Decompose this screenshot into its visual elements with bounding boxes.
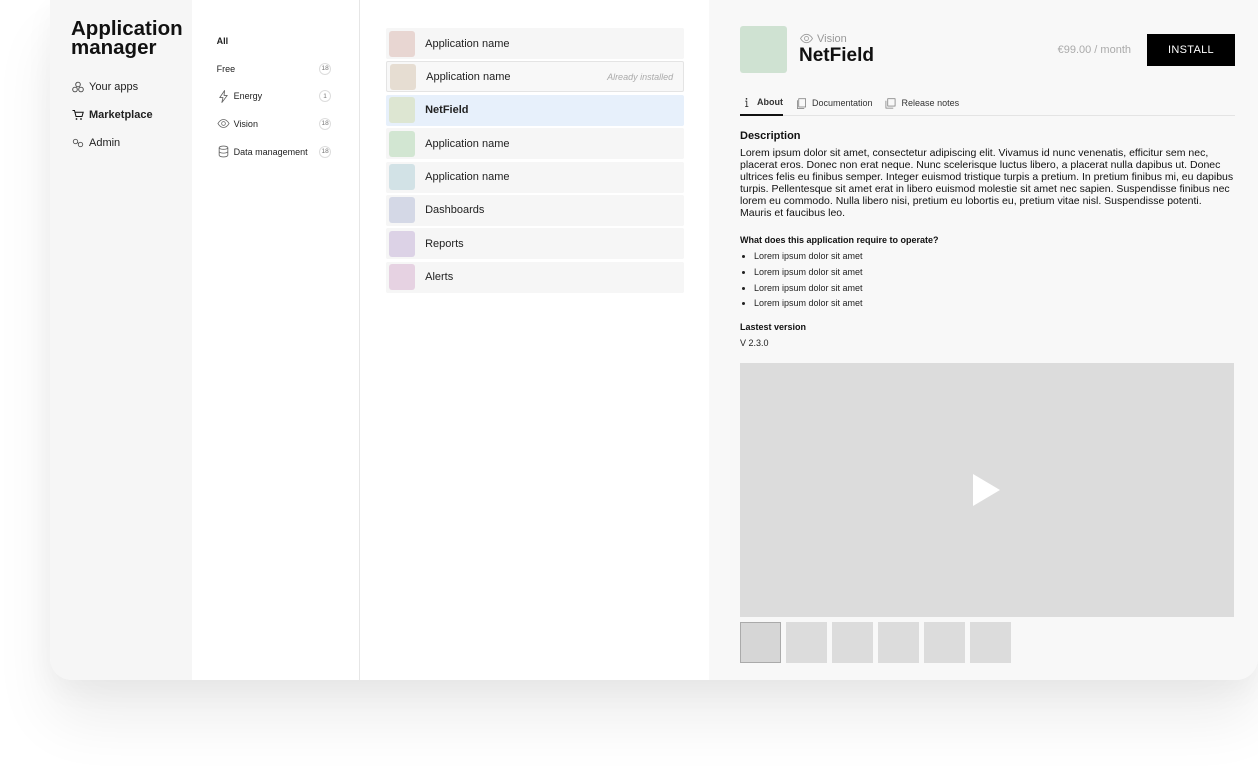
- category-count-badge: 18: [319, 117, 332, 130]
- detail-header: Vision NetField €99.00 / month INSTALL: [740, 26, 1235, 73]
- detail-category: Vision: [799, 33, 1058, 45]
- thumbnail[interactable]: [970, 622, 1011, 664]
- description-heading: Description: [740, 130, 801, 142]
- info-icon: [740, 96, 752, 108]
- tab-release-notes[interactable]: Release notes: [885, 90, 959, 116]
- thumbnail[interactable]: [924, 622, 965, 664]
- media-thumbnails: [740, 622, 1235, 664]
- category-list: All Free 18 Energy 1 Vision 18 Data mana…: [191, 0, 361, 680]
- nav-item-your-apps[interactable]: Your apps: [71, 73, 192, 101]
- app-row[interactable]: Alerts: [386, 261, 685, 293]
- version-value: V 2.3.0: [740, 338, 769, 349]
- app-row[interactable]: Application name Already installed: [386, 61, 685, 93]
- app-row[interactable]: Application name: [386, 28, 685, 59]
- installed-note: Already installed: [607, 71, 674, 82]
- app-icon: [389, 197, 416, 224]
- version-heading: Lastest version: [740, 322, 807, 333]
- app-list: Application name Application name Alread…: [360, 0, 709, 680]
- tab-about[interactable]: About: [740, 90, 783, 116]
- category-count-badge: 1: [319, 90, 332, 103]
- nav-item-admin[interactable]: Admin: [71, 129, 192, 157]
- thumbnail[interactable]: [786, 622, 827, 664]
- database-icon: [217, 145, 231, 159]
- install-button[interactable]: INSTALL: [1147, 33, 1235, 66]
- list-item: Lorem ipsum dolor sit amet: [754, 265, 1235, 281]
- app-icon: [389, 230, 416, 257]
- app-title: Application manager: [71, 17, 183, 59]
- app-icon: [389, 264, 416, 291]
- document-icon: [795, 97, 807, 109]
- list-item: Lorem ipsum dolor sit amet: [754, 296, 1235, 312]
- thumbnail[interactable]: [832, 622, 873, 664]
- video-player[interactable]: [740, 363, 1234, 618]
- app-row[interactable]: Dashboards: [386, 194, 685, 226]
- app-row-selected[interactable]: NetField: [386, 94, 685, 126]
- app-icon: [389, 97, 416, 124]
- lightning-icon: [217, 89, 231, 103]
- apps-icon: [71, 81, 84, 94]
- thumbnail[interactable]: [878, 622, 919, 664]
- app-icon: [390, 63, 417, 90]
- detail-app-name: NetField: [799, 44, 874, 66]
- category-count-badge: 18: [319, 62, 332, 75]
- eye-icon: [800, 33, 813, 44]
- nav-item-marketplace[interactable]: Marketplace: [71, 101, 192, 129]
- category-count-badge: 18: [319, 145, 332, 158]
- price: €99.00 / month: [1057, 43, 1131, 56]
- list-item: Lorem ipsum dolor sit amet: [754, 249, 1235, 265]
- requirements-list: Lorem ipsum dolor sit amet Lorem ipsum d…: [740, 249, 1235, 312]
- category-energy[interactable]: Energy 1: [217, 82, 360, 110]
- detail-tabs: About Documentation Release notes: [740, 90, 1235, 116]
- app-row[interactable]: Reports: [386, 228, 685, 260]
- app-icon: [389, 164, 416, 191]
- app-hero-icon: [740, 26, 787, 73]
- tab-documentation[interactable]: Documentation: [795, 90, 873, 116]
- play-icon[interactable]: [973, 474, 1000, 507]
- app-detail: Vision NetField €99.00 / month INSTALL A…: [709, 0, 1258, 680]
- category-all[interactable]: All: [217, 27, 360, 55]
- app-icon: [389, 130, 416, 157]
- eye-icon: [217, 117, 231, 131]
- list-item: Lorem ipsum dolor sit amet: [754, 281, 1235, 297]
- main-nav: Application manager Your apps Marketplac…: [50, 0, 192, 680]
- category-data-management[interactable]: Data management 18: [217, 138, 360, 166]
- category-free[interactable]: Free 18: [217, 55, 360, 83]
- description-text: Lorem ipsum dolor sit amet, consectetur …: [740, 147, 1234, 219]
- thumbnail[interactable]: [740, 622, 781, 664]
- app-row[interactable]: Application name: [386, 161, 685, 193]
- admin-icon: [71, 137, 84, 150]
- app-row[interactable]: Application name: [386, 128, 685, 160]
- notes-icon: [885, 97, 897, 109]
- app-icon: [389, 30, 416, 57]
- app-window: Application manager Your apps Marketplac…: [50, 0, 1258, 680]
- cart-icon: [71, 109, 84, 122]
- category-vision[interactable]: Vision 18: [217, 110, 360, 138]
- requirements-heading: What does this application require to op…: [740, 235, 939, 245]
